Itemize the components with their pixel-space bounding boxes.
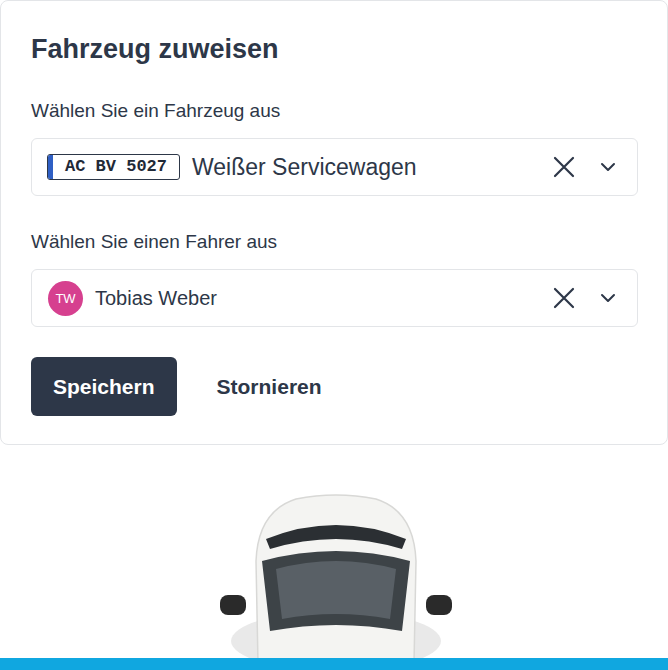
bottom-bar [0, 658, 668, 670]
plate-text: AC BV 5027 [53, 155, 179, 179]
driver-select[interactable]: TW Tobias Weber [31, 269, 638, 327]
page: Fahrzeug zuweisen Wählen Sie ein Fahrzeug… [0, 0, 668, 670]
vehicle-label: Wählen Sie ein Fahrzeug aus [31, 99, 638, 123]
driver-label: Wählen Sie einen Fahrer aus [31, 230, 638, 254]
clear-icon[interactable] [551, 285, 577, 311]
car-icon [216, 491, 456, 658]
plate-stripe [48, 155, 53, 179]
vehicle-select[interactable]: AC BV 5027 Weißer Servicewagen [31, 138, 638, 196]
car-picture [4, 445, 668, 658]
license-plate: AC BV 5027 [47, 154, 180, 180]
save-button[interactable]: Speichern [31, 357, 177, 416]
dialog-title: Fahrzeug zuweisen [31, 31, 638, 67]
chevron-down-icon[interactable] [599, 289, 617, 307]
cancel-button[interactable]: Stornieren [197, 357, 342, 416]
driver-avatar: TW [48, 281, 83, 316]
driver-value: Tobias Weber [95, 284, 539, 312]
dialog-actions: Speichern Stornieren [31, 357, 638, 416]
clear-icon[interactable] [551, 154, 577, 180]
chevron-down-icon[interactable] [599, 158, 617, 176]
vehicle-value: Weißer Servicewagen [192, 152, 539, 182]
assign-vehicle-dialog: Fahrzeug zuweisen Wählen Sie ein Fahrzeug… [0, 0, 668, 445]
